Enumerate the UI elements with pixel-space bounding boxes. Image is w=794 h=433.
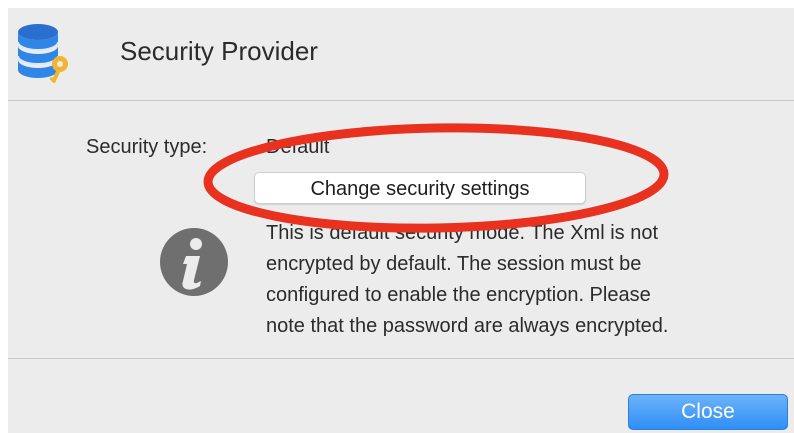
close-button[interactable]: Close <box>628 394 788 430</box>
security-type-label: Security type: <box>86 136 208 158</box>
description-line: encrypted by default. The session must b… <box>266 253 642 275</box>
security-description: This is default security mode. The Xml i… <box>266 218 766 342</box>
security-type-value: Default <box>266 136 330 158</box>
database-key-icon <box>17 24 68 84</box>
description-line: note that the password are always encryp… <box>266 315 669 337</box>
change-security-settings-button[interactable]: Change security settings <box>254 172 586 204</box>
info-icon <box>160 228 228 296</box>
dialog-header: Security Provider <box>8 8 794 100</box>
description-line: This is default security mode. The Xml i… <box>266 222 659 244</box>
dialog-title: Security Provider <box>120 36 318 66</box>
footer-divider <box>8 358 794 359</box>
security-provider-dialog: Security Provider Security type: Default… <box>8 8 794 433</box>
header-divider <box>8 100 794 101</box>
description-line: configured to enable the encryption. Ple… <box>266 284 651 306</box>
